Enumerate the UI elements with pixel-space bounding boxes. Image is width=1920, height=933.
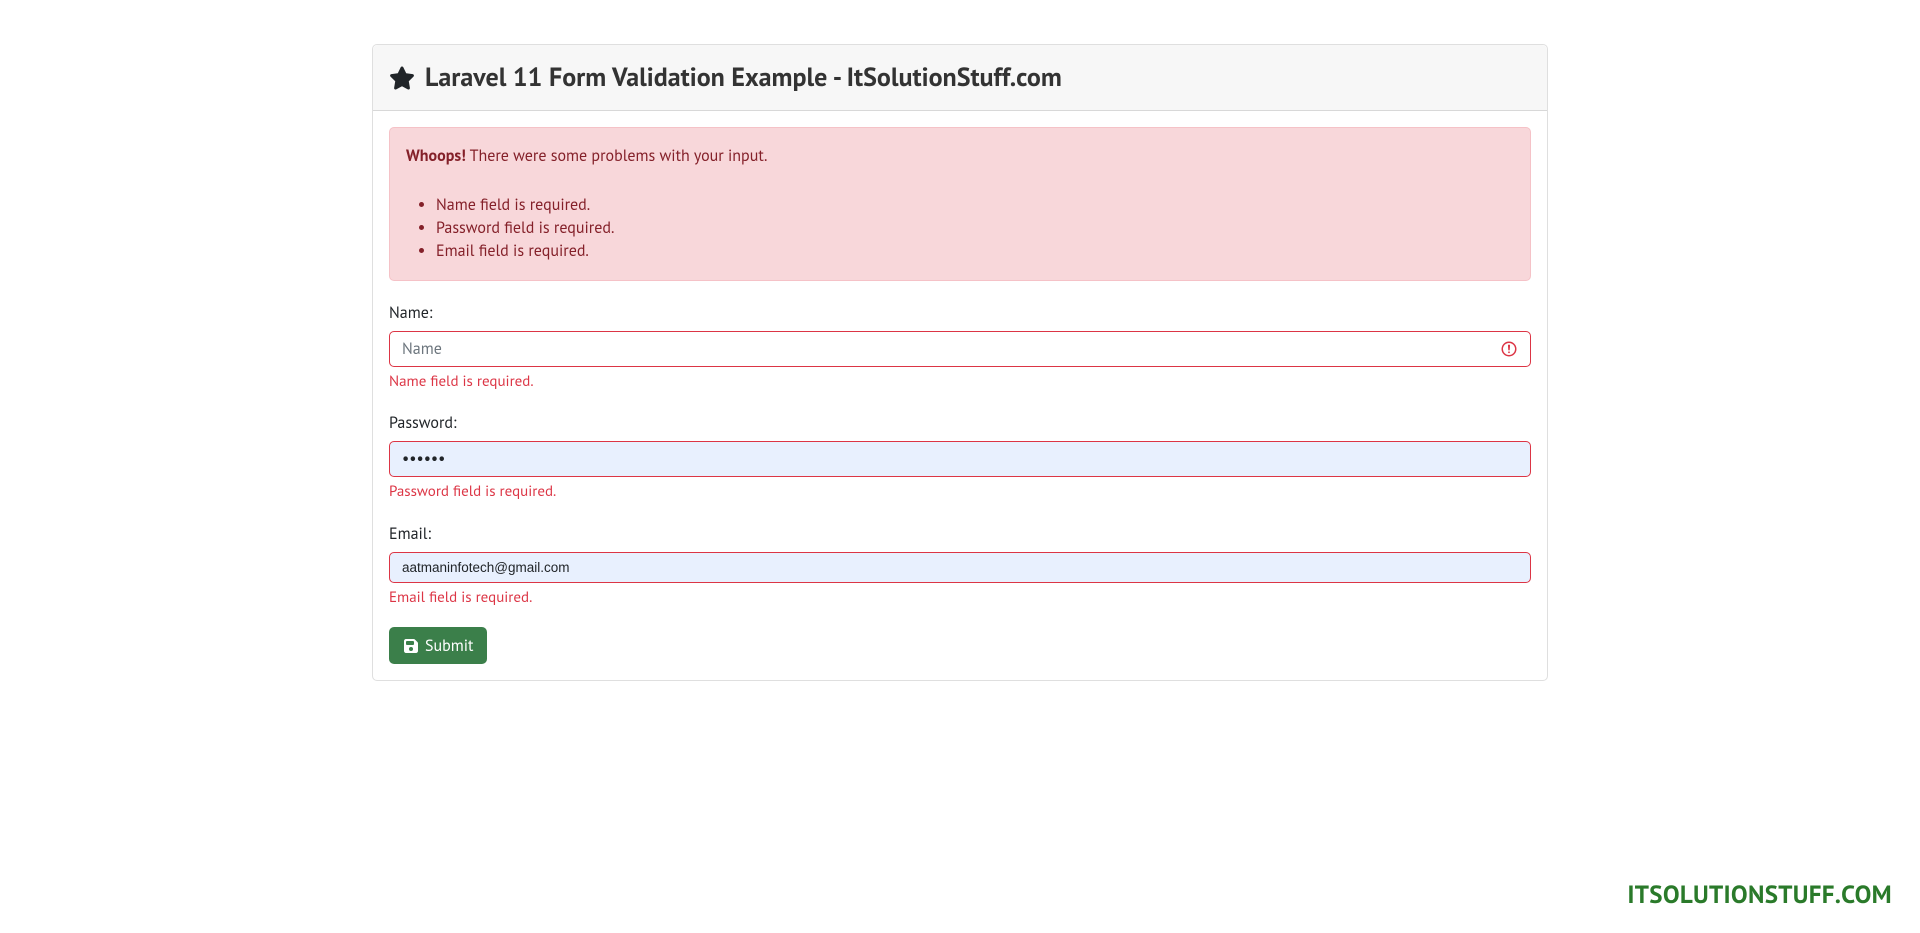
error-alert: Whoops! There were some problems with yo… — [389, 127, 1531, 281]
card-body: Whoops! There were some problems with yo… — [373, 111, 1547, 680]
alert-text: There were some problems with your input… — [466, 146, 768, 166]
form-group-email: Email: Email field is required. — [389, 522, 1531, 610]
name-label: Name: — [389, 301, 1531, 325]
alert-error-item: Email field is required. — [436, 240, 1514, 263]
email-label: Email: — [389, 522, 1531, 546]
password-label: Password: — [389, 411, 1531, 435]
password-error: Password field is required. — [389, 481, 1531, 504]
submit-button-label: Submit — [425, 636, 473, 656]
form-card: Laravel 11 Form Validation Example - ItS… — [372, 44, 1548, 681]
alert-error-item: Password field is required. — [436, 217, 1514, 240]
alert-strong: Whoops! — [406, 146, 466, 166]
form-group-password: Password: Password field is required. — [389, 411, 1531, 504]
name-error: Name field is required. — [389, 371, 1531, 394]
save-icon — [403, 638, 419, 654]
submit-button[interactable]: Submit — [389, 627, 487, 664]
email-error: Email field is required. — [389, 587, 1531, 610]
name-input[interactable] — [389, 331, 1531, 367]
password-input[interactable] — [389, 441, 1531, 477]
alert-error-item: Name field is required. — [436, 194, 1514, 217]
watermark: ITSOLUTIONSTUFF.COM — [1627, 876, 1892, 914]
email-input[interactable] — [389, 552, 1531, 583]
star-icon — [389, 65, 415, 91]
alert-error-list: Name field is required. Password field i… — [406, 194, 1514, 264]
card-header: Laravel 11 Form Validation Example - ItS… — [373, 45, 1547, 111]
form-group-name: Name: Name field is required. — [389, 301, 1531, 394]
page-title: Laravel 11 Form Validation Example - ItS… — [425, 58, 1062, 97]
